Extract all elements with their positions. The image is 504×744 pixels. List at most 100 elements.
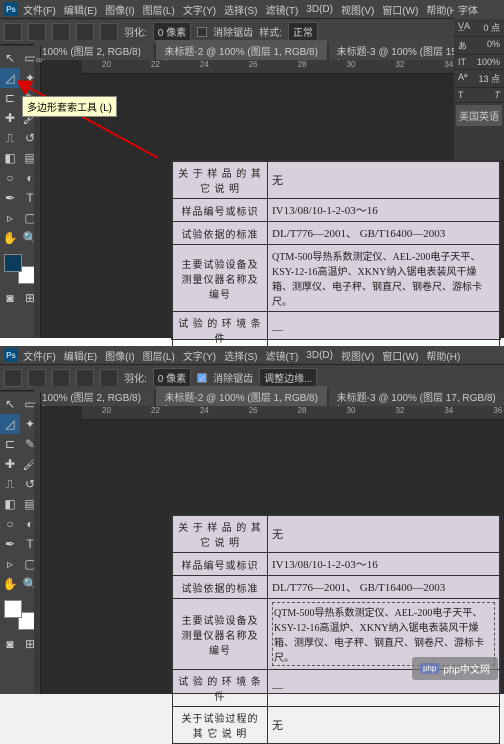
- feather-label: 羽化:: [124, 370, 147, 385]
- canvas-area[interactable]: 2022242628303234363840 关 于 样 品 的 其 它 说 明…: [41, 406, 504, 694]
- lasso-tool[interactable]: ◿: [0, 414, 20, 434]
- ps-logo-icon: Ps: [4, 2, 18, 16]
- char-t-icon[interactable]: T: [458, 90, 464, 100]
- menu-3d[interactable]: 3D(D): [303, 350, 336, 361]
- heal-tool[interactable]: ✚: [0, 108, 20, 128]
- antialias-checkbox[interactable]: [197, 27, 207, 37]
- menu-filter[interactable]: 滤镜(T): [263, 348, 302, 363]
- sel-sub-icon[interactable]: [76, 23, 94, 41]
- watermark-text: php中文网: [443, 661, 490, 676]
- crop-tool[interactable]: ⊏: [0, 434, 20, 454]
- tool-preset-icon[interactable]: [4, 23, 22, 41]
- sel-new-icon[interactable]: [28, 369, 46, 387]
- menu-image[interactable]: 图像(I): [102, 2, 137, 17]
- row6-value: 无: [268, 707, 500, 744]
- photoshop-bottom-instance: Ps 文件(F) 编辑(E) 图像(I) 图层(L) 文字(Y) 选择(S) 滤…: [0, 346, 504, 694]
- scanned-document: 关 于 样 品 的 其 它 说 明无 样品编号或标识IV13/08/10-1-2…: [171, 160, 501, 340]
- row1-label: 关 于 样 品 的 其 它 说 明: [173, 162, 268, 199]
- menu-type[interactable]: 文字(Y): [180, 2, 219, 17]
- move-tool[interactable]: ↖: [0, 394, 20, 414]
- feather-label: 羽化:: [124, 24, 147, 39]
- row1-value: 无: [268, 162, 500, 199]
- menu-select[interactable]: 选择(S): [221, 348, 260, 363]
- lasso-tool[interactable]: ◿: [0, 68, 20, 88]
- menu-filter[interactable]: 滤镜(T): [263, 2, 302, 17]
- row2-label: 样品编号或标识: [173, 199, 268, 222]
- menu-window[interactable]: 窗口(W): [379, 348, 421, 363]
- char-ti-icon[interactable]: T: [495, 90, 501, 100]
- language-button[interactable]: 美国英语: [456, 105, 502, 126]
- path-tool[interactable]: ▹: [0, 554, 20, 574]
- row3-label: 试验依据的标准: [173, 576, 268, 599]
- antialias-label: 消除锯齿: [213, 370, 253, 385]
- quickmask-tool[interactable]: ◙: [0, 634, 20, 654]
- panel-title: 字体: [454, 0, 504, 19]
- photoshop-top-instance: Ps 文件(F) 编辑(E) 图像(I) 图层(L) 文字(Y) 选择(S) 滤…: [0, 0, 504, 338]
- menu-file[interactable]: 文件(F): [20, 2, 59, 17]
- menubar: Ps 文件(F) 编辑(E) 图像(I) 图层(L) 文字(Y) 选择(S) 滤…: [0, 0, 504, 19]
- menu-edit[interactable]: 编辑(E): [61, 348, 100, 363]
- hand-tool[interactable]: ✋: [0, 228, 20, 248]
- refine-edge-button[interactable]: 调整边缘...: [259, 368, 317, 387]
- menu-layer[interactable]: 图层(L): [140, 348, 178, 363]
- row5-value: —: [268, 312, 500, 349]
- antialias-label: 消除锯齿: [213, 24, 253, 39]
- sel-add-icon[interactable]: [52, 23, 70, 41]
- foreground-swatch[interactable]: [4, 600, 22, 618]
- annotation-arrow-icon: [18, 78, 168, 168]
- tracking-value[interactable]: 0 点: [483, 21, 500, 34]
- menu-edit[interactable]: 编辑(E): [61, 2, 100, 17]
- sel-new-icon[interactable]: [28, 23, 46, 41]
- eraser-tool[interactable]: ◧: [0, 148, 20, 168]
- stamp-tool[interactable]: ⎍: [0, 474, 20, 494]
- row2-value: IV13/08/10-1-2-03～16: [268, 553, 500, 576]
- row3-value: DL/T776—2001、 GB/T16400—2003: [268, 576, 500, 599]
- hand-tool[interactable]: ✋: [0, 574, 20, 594]
- row2-value: IV13/08/10-1-2-03～16: [268, 199, 500, 222]
- feather-input[interactable]: 0 像素: [153, 22, 191, 41]
- style-label: 样式:: [259, 24, 282, 39]
- row6-label: 关于试验过程的其 它 说 明: [173, 707, 268, 744]
- row1-value: 无: [268, 516, 500, 553]
- antialias-checkbox[interactable]: ✓: [197, 373, 207, 383]
- feather-input[interactable]: 0 像素: [153, 368, 191, 387]
- row3-value: DL/T776—2001、 GB/T16400—2003: [268, 222, 500, 245]
- heal-tool[interactable]: ✚: [0, 454, 20, 474]
- sel-intersect-icon[interactable]: [100, 23, 118, 41]
- pen-tool[interactable]: ✒: [0, 188, 20, 208]
- sel-sub-icon[interactable]: [76, 369, 94, 387]
- pct1[interactable]: 0%: [487, 39, 500, 52]
- spec-table: 关 于 样 品 的 其 它 说 明无 样品编号或标识IV13/08/10-1-2…: [172, 515, 500, 744]
- tool-tooltip: 多边形套索工具 (L): [22, 96, 117, 117]
- quickmask-tool[interactable]: ◙: [0, 288, 20, 308]
- tool-preset-icon[interactable]: [4, 369, 22, 387]
- menu-layer[interactable]: 图层(L): [140, 2, 178, 17]
- right-panel: 字体 V̲A0 点 あ0% IT100% Aª13 点 TT 美国英语: [454, 0, 504, 160]
- pt1[interactable]: 13 点: [478, 72, 500, 85]
- menu-view[interactable]: 视图(V): [338, 2, 377, 17]
- pen-tool[interactable]: ✒: [0, 534, 20, 554]
- crop-tool[interactable]: ⊏: [0, 88, 20, 108]
- row1-label: 关 于 样 品 的 其 它 说 明: [173, 516, 268, 553]
- foreground-swatch[interactable]: [4, 254, 22, 272]
- menu-window[interactable]: 窗口(W): [379, 2, 421, 17]
- stamp-tool[interactable]: ⎍: [0, 128, 20, 148]
- pct3[interactable]: 100%: [477, 57, 500, 67]
- eraser-tool[interactable]: ◧: [0, 494, 20, 514]
- sel-add-icon[interactable]: [52, 369, 70, 387]
- row2-label: 样品编号或标识: [173, 553, 268, 576]
- path-tool[interactable]: ▹: [0, 208, 20, 228]
- menu-type[interactable]: 文字(Y): [180, 348, 219, 363]
- row5-label: 试 验 的 环 境 条 件: [173, 670, 268, 707]
- menu-view[interactable]: 视图(V): [338, 348, 377, 363]
- blur-tool[interactable]: ○: [0, 168, 20, 188]
- menu-help[interactable]: 帮助(H): [423, 348, 463, 363]
- menu-file[interactable]: 文件(F): [20, 348, 59, 363]
- menu-select[interactable]: 选择(S): [221, 2, 260, 17]
- menu-3d[interactable]: 3D(D): [303, 4, 336, 15]
- sel-intersect-icon[interactable]: [100, 369, 118, 387]
- menu-image[interactable]: 图像(I): [102, 348, 137, 363]
- blur-tool[interactable]: ○: [0, 514, 20, 534]
- move-tool[interactable]: ↖: [0, 48, 20, 68]
- style-select[interactable]: 正常: [288, 22, 318, 41]
